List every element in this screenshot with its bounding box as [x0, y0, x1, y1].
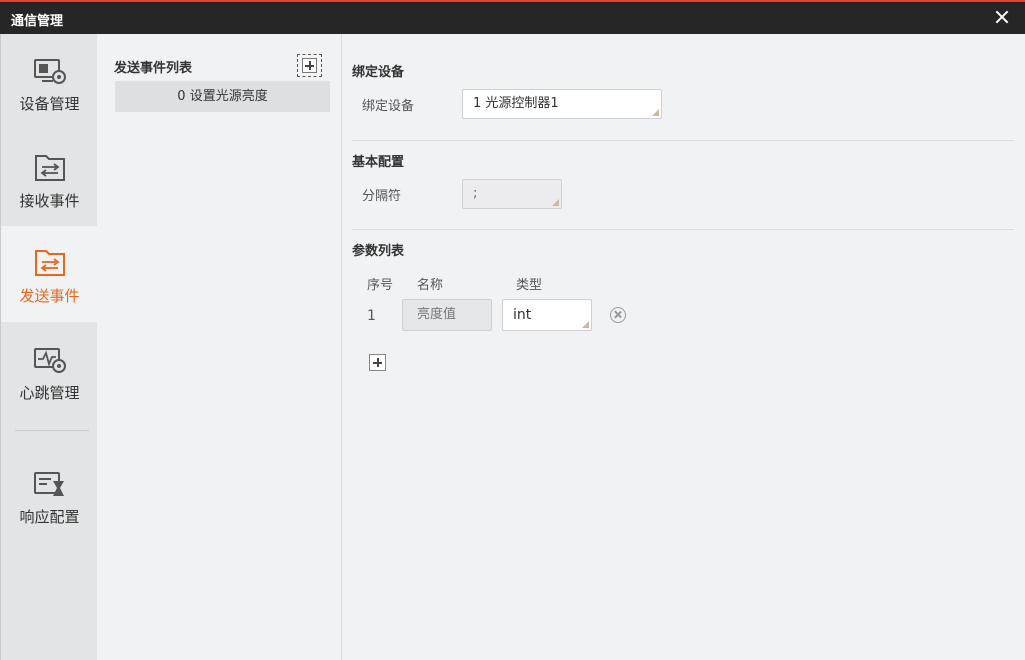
param-name-field: 亮度值: [402, 299, 492, 331]
basic-config-section-title: 基本配置: [352, 155, 405, 170]
sidebar-item-device-management[interactable]: 设备管理: [1, 34, 98, 130]
event-list-panel: 发送事件列表 0 设置光源亮度: [97, 34, 342, 660]
column-header-index: 序号: [367, 278, 394, 293]
sidebar-item-label: 设备管理: [19, 95, 80, 113]
bind-device-section-title: 绑定设备: [352, 65, 405, 80]
column-header-name: 名称: [417, 278, 444, 293]
separator-label: 分隔符: [362, 189, 402, 204]
device-settings-icon: [34, 59, 66, 84]
param-type-select[interactable]: int: [502, 299, 592, 331]
add-param-button[interactable]: [369, 354, 386, 371]
bind-device-value: 1 光源控制器1: [473, 96, 559, 111]
bind-device-select[interactable]: 1 光源控制器1: [462, 89, 662, 119]
heartbeat-icon: [34, 348, 66, 373]
sidebar-item-send-event[interactable]: 发送事件: [1, 226, 98, 322]
list-item[interactable]: 0 设置光源亮度: [115, 81, 330, 112]
config-panel: 绑定设备 绑定设备 1 光源控制器1 基本配置 分隔符 ; 参数列表 序号 名称…: [342, 34, 1025, 660]
add-event-button[interactable]: [297, 54, 322, 77]
response-config-icon: [34, 472, 64, 496]
bind-device-label: 绑定设备: [362, 99, 415, 114]
column-header-type: 类型: [516, 278, 543, 293]
sidebar-item-response-config[interactable]: 响应配置: [1, 447, 98, 543]
section-divider: [352, 140, 1014, 141]
title-bar: 通信管理: [0, 2, 1025, 34]
event-list-title: 发送事件列表: [114, 61, 193, 76]
close-icon[interactable]: [993, 8, 1011, 26]
sidebar-item-label: 发送事件: [19, 287, 80, 305]
window-title: 通信管理: [11, 14, 64, 29]
sidebar-item-heartbeat[interactable]: 心跳管理: [1, 323, 98, 419]
dropdown-grip-icon: [652, 109, 659, 116]
dropdown-grip-icon: [582, 321, 589, 328]
sidebar-divider: [15, 430, 89, 431]
separator-value: ;: [473, 186, 478, 201]
sidebar-item-label: 接收事件: [19, 192, 80, 210]
sidebar-item-label: 响应配置: [19, 508, 80, 526]
send-event-icon: [35, 250, 65, 276]
plus-icon: [302, 58, 317, 73]
param-list-section-title: 参数列表: [352, 244, 405, 259]
dropdown-grip-icon: [552, 199, 559, 206]
delete-param-icon[interactable]: [610, 307, 626, 323]
sidebar-item-label: 心跳管理: [19, 384, 80, 402]
param-type-value: int: [513, 307, 532, 323]
sidebar-item-receive-event[interactable]: 接收事件: [1, 131, 98, 227]
sidebar: 设备管理 接收事件 发送事件 心跳管理 响应配置: [0, 34, 98, 660]
receive-event-icon: [35, 155, 65, 181]
separator-select[interactable]: ;: [462, 179, 562, 209]
section-divider: [352, 229, 1014, 230]
param-row-index: 1: [367, 308, 376, 324]
